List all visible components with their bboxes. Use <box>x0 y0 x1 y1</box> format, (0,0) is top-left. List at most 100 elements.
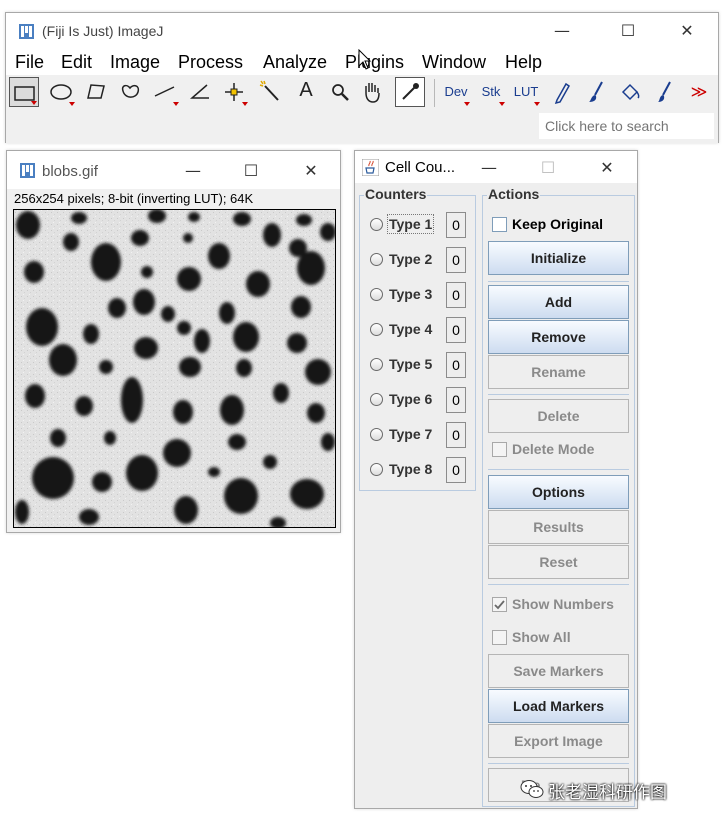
checkbox-box[interactable] <box>492 442 507 457</box>
developer-menu-tool[interactable]: Dev <box>441 77 471 107</box>
menu-analyze[interactable]: Analyze <box>263 52 327 73</box>
counters-title: Counters <box>364 186 428 202</box>
image-title-bar[interactable]: blobs.gif — ☐ ✕ <box>7 151 340 189</box>
dropdown-indicator-icon <box>69 102 75 106</box>
remove-button[interactable]: Remove <box>488 320 629 354</box>
angle-tool[interactable] <box>185 77 215 107</box>
fiji-app-icon <box>19 24 34 39</box>
menu-image[interactable]: Image <box>110 52 160 73</box>
maximize-button[interactable]: ☐ <box>228 161 274 180</box>
keep-original-label: Keep Original <box>512 216 604 232</box>
dropdown-indicator-icon <box>464 102 470 106</box>
counter-type-label[interactable]: Type 5 <box>389 356 432 372</box>
actions-separator <box>488 763 629 764</box>
menu-window[interactable]: Window <box>422 52 486 73</box>
cell-counter-window: Cell Cou... — ☐ ✕ Counters Type 1 0 Type… <box>354 150 638 809</box>
imagej-main-window: (Fiji Is Just) ImageJ — ☐ ✕ File Edit Im… <box>5 12 719 143</box>
checkbox-box[interactable] <box>492 597 507 612</box>
close-button[interactable]: ✕ <box>584 158 630 177</box>
magnifier-icon <box>332 84 349 101</box>
counter-radio[interactable] <box>370 218 383 231</box>
save-markers-button[interactable]: Save Markers <box>488 654 629 688</box>
options-button[interactable]: Options <box>488 475 629 509</box>
counter-type-label[interactable]: Type 7 <box>389 426 432 442</box>
counter-type-label[interactable]: Type 6 <box>389 391 432 407</box>
flood-fill-tool[interactable] <box>615 77 645 107</box>
line-tool[interactable] <box>150 77 180 107</box>
brush-tool[interactable] <box>650 77 680 107</box>
text-tool-glyph: A <box>299 79 313 101</box>
close-button[interactable]: ✕ <box>288 161 334 180</box>
delete-mode-label: Delete Mode <box>512 441 595 457</box>
menu-help[interactable]: Help <box>505 52 542 73</box>
rename-button[interactable]: Rename <box>488 355 629 389</box>
counter-type-label[interactable]: Type 2 <box>389 251 432 267</box>
load-markers-button[interactable]: Load Markers <box>488 689 629 723</box>
counter-radio[interactable] <box>370 323 383 336</box>
paintbrush-tool[interactable] <box>581 77 611 107</box>
scroll-tool[interactable] <box>358 77 388 107</box>
oval-tool[interactable] <box>46 77 76 107</box>
dropdown-indicator-icon <box>31 101 37 105</box>
counter-type-label[interactable]: Type 3 <box>389 286 432 302</box>
counter-radio[interactable] <box>370 288 383 301</box>
reset-button[interactable]: Reset <box>488 545 629 579</box>
color-picker-tool[interactable] <box>395 77 425 107</box>
add-button[interactable]: Add <box>488 285 629 319</box>
hand-icon <box>365 83 380 103</box>
counter-radio[interactable] <box>370 253 383 266</box>
show-numbers-label: Show Numbers <box>512 596 614 612</box>
initialize-button[interactable]: Initialize <box>488 241 629 275</box>
lut-label: LUT <box>513 84 539 99</box>
results-button[interactable]: Results <box>488 510 629 544</box>
dropdown-indicator-icon <box>534 102 540 106</box>
fiji-app-icon <box>20 163 35 178</box>
maximize-button[interactable]: ☐ <box>605 21 651 40</box>
pencil-icon <box>554 82 570 105</box>
main-window-title: (Fiji Is Just) ImageJ <box>42 23 164 39</box>
text-tool[interactable]: A <box>291 77 321 107</box>
pencil-tool[interactable] <box>546 77 576 107</box>
more-tools-button[interactable]: ≫ <box>684 77 714 107</box>
freehand-tool[interactable] <box>115 77 145 107</box>
image-info-text: 256x254 pixels; 8-bit (inverting LUT); 6… <box>14 191 254 206</box>
close-button[interactable]: ✕ <box>664 21 710 40</box>
counter-radio[interactable] <box>370 393 383 406</box>
toolbar-separator <box>434 79 435 107</box>
polygon-tool[interactable] <box>81 77 111 107</box>
menu-process[interactable]: Process <box>178 52 243 73</box>
main-title-bar[interactable]: (Fiji Is Just) ImageJ — ☐ ✕ <box>6 13 718 49</box>
checkbox-box[interactable] <box>492 217 507 232</box>
minimize-button[interactable]: — <box>539 21 585 40</box>
checkbox-box[interactable] <box>492 630 507 645</box>
point-tool[interactable] <box>219 77 249 107</box>
minimize-button[interactable]: — <box>170 161 216 180</box>
dropdown-indicator-icon <box>173 102 179 106</box>
zoom-tool[interactable] <box>325 77 355 107</box>
counter-count: 0 <box>446 247 466 273</box>
image-canvas[interactable] <box>13 209 336 528</box>
minimize-button[interactable]: — <box>466 158 512 177</box>
search-input[interactable] <box>539 113 714 139</box>
menu-plugins[interactable]: Plugins <box>345 52 404 73</box>
mouse-cursor-icon <box>358 49 372 70</box>
cell-counter-title-bar[interactable]: Cell Cou... — ☐ ✕ <box>355 151 637 183</box>
menu-file[interactable]: File <box>15 52 44 73</box>
wand-tool[interactable] <box>256 77 286 107</box>
delete-button[interactable]: Delete <box>488 399 629 433</box>
counter-type-label[interactable]: Type 1 <box>386 214 435 234</box>
counter-type-label[interactable]: Type 4 <box>389 321 432 337</box>
rectangle-tool[interactable] <box>9 77 39 107</box>
counter-radio[interactable] <box>370 428 383 441</box>
counter-radio[interactable] <box>370 358 383 371</box>
angle-icon <box>189 84 209 99</box>
image-window-blobs: blobs.gif — ☐ ✕ 256x254 pixels; 8-bit (i… <box>6 150 341 533</box>
counter-radio[interactable] <box>370 463 383 476</box>
menu-edit[interactable]: Edit <box>61 52 92 73</box>
stack-tools-menu[interactable]: Stk <box>476 77 506 107</box>
lut-menu-tool[interactable]: LUT <box>511 77 541 107</box>
polygon-icon <box>87 84 105 99</box>
counter-type-label[interactable]: Type 8 <box>389 461 432 477</box>
export-image-button[interactable]: Export Image <box>488 724 629 758</box>
freehand-icon <box>121 84 140 98</box>
